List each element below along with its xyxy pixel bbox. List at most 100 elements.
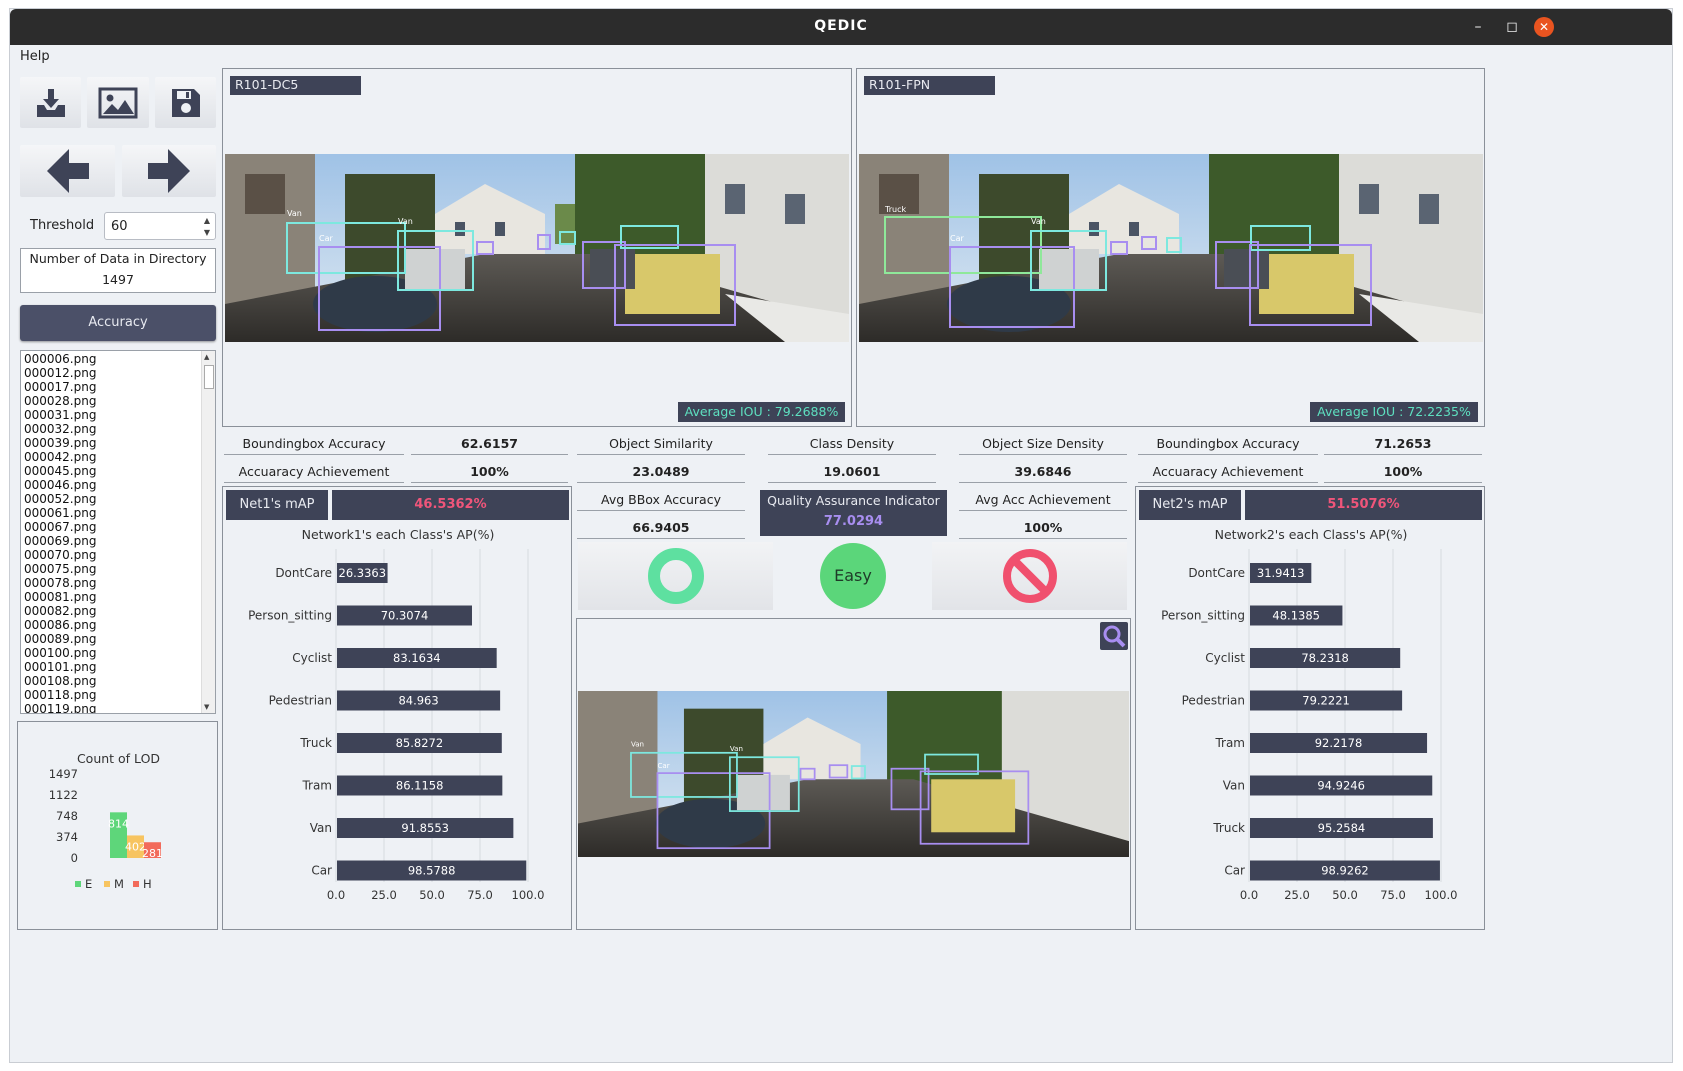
- zoom-button[interactable]: [1100, 622, 1128, 650]
- object-similarity-label: Object Similarity: [577, 434, 745, 455]
- ap-bar-value: 94.9246: [1317, 779, 1365, 793]
- file-list-item[interactable]: 000086.png: [21, 618, 215, 632]
- ap-bar-value: 91.8553: [401, 821, 449, 835]
- file-list-item[interactable]: 000012.png: [21, 366, 215, 380]
- file-list-item[interactable]: 000119.png: [21, 702, 215, 713]
- file-list-item[interactable]: 000061.png: [21, 506, 215, 520]
- data-count-value: 1497: [20, 268, 216, 293]
- file-list-item[interactable]: 000031.png: [21, 408, 215, 422]
- file-list-item[interactable]: 000052.png: [21, 492, 215, 506]
- file-list[interactable]: 000006.png 000012.png 000017.png 000028.png…: [20, 350, 216, 714]
- arrow-left-icon: [46, 149, 89, 193]
- file-list-item[interactable]: 000067.png: [21, 520, 215, 534]
- x-tick-label: 75.0: [1380, 888, 1406, 902]
- fail-indicator[interactable]: [932, 542, 1127, 610]
- net1-accuracy-achievement-label: Accuaracy Achievement: [224, 462, 404, 483]
- class-density-label: Class Density: [768, 434, 936, 455]
- file-list-item[interactable]: 000032.png: [21, 422, 215, 436]
- scroll-thumb[interactable]: [204, 365, 214, 389]
- lod-y-tick: 374: [56, 830, 78, 844]
- category-label: DontCare: [275, 566, 332, 580]
- file-list-item[interactable]: 000075.png: [21, 562, 215, 576]
- file-list-item[interactable]: 000100.png: [21, 646, 215, 660]
- file-list-item[interactable]: 000078.png: [21, 576, 215, 590]
- file-list-item[interactable]: 000069.png: [21, 534, 215, 548]
- ap-bar-value: 31.9413: [1257, 566, 1305, 580]
- window-title: QEDIC: [814, 18, 868, 34]
- net2-bbox-accuracy-label: Boundingbox Accuracy: [1138, 434, 1318, 455]
- ap-bar-value: 98.9262: [1321, 864, 1369, 878]
- net1-bbox-accuracy-value: 62.6157: [411, 434, 568, 455]
- lod-chart: 149711227483740814402281E M H: [49, 767, 163, 891]
- net1-model-name: R101-DC5: [230, 76, 361, 95]
- next-button[interactable]: [122, 145, 216, 197]
- ap-bar-value: 98.5788: [408, 864, 456, 878]
- image-icon: [98, 87, 138, 118]
- category-label: Van: [310, 821, 332, 835]
- file-list-item[interactable]: 000108.png: [21, 674, 215, 688]
- file-list-item[interactable]: 000006.png: [21, 352, 215, 366]
- file-list-scrollbar[interactable]: ▲ ▼: [201, 351, 215, 713]
- category-label: Tram: [1214, 736, 1245, 750]
- file-list-item[interactable]: 000082.png: [21, 604, 215, 618]
- category-label: Tram: [301, 779, 332, 793]
- pass-indicator[interactable]: [578, 542, 773, 610]
- file-list-item[interactable]: 000045.png: [21, 464, 215, 478]
- object-size-density-label: Object Size Density: [959, 434, 1127, 455]
- legend-label: H: [143, 877, 152, 891]
- file-list-item[interactable]: 000070.png: [21, 548, 215, 562]
- quality-assurance-indicator: Quality Assurance Indicator 77.0294: [760, 490, 947, 536]
- minimize-button[interactable]: –: [1466, 15, 1490, 39]
- ap-bar-value: 92.2178: [1315, 736, 1363, 750]
- net2-accuracy-achievement-label: Accuaracy Achievement: [1138, 462, 1318, 483]
- close-button[interactable]: ✕: [1534, 17, 1554, 37]
- ground-truth-image: Van Car Van: [578, 691, 1129, 857]
- load-button[interactable]: [20, 77, 81, 128]
- avg-acc-achievement-value: 100%: [959, 518, 1127, 539]
- category-label: Car: [311, 864, 332, 878]
- threshold-spinbox[interactable]: 60 ▲ ▼: [104, 212, 216, 240]
- ap-bar-value: 84.963: [398, 694, 438, 708]
- category-label: Person_sitting: [248, 609, 332, 623]
- category-label: Car: [1224, 864, 1245, 878]
- street-scene-image-gt: Van Car Van: [578, 691, 1129, 857]
- net2-detection-image: Truck Car Van: [859, 154, 1483, 342]
- arrow-right-icon: [148, 149, 190, 193]
- save-button[interactable]: [155, 77, 216, 128]
- lod-y-tick: 0: [71, 851, 78, 865]
- spinbox-arrows-icon[interactable]: ▲ ▼: [201, 215, 213, 239]
- file-list-item[interactable]: 000089.png: [21, 632, 215, 646]
- net2-image-panel: R101-FPN Truck Car Van Average IOU: 72.…: [856, 68, 1485, 427]
- threshold-value: 60: [111, 219, 128, 234]
- file-list-item[interactable]: 000046.png: [21, 478, 215, 492]
- svg-text:Van: Van: [730, 744, 743, 753]
- net2-accuracy-achievement-value: 100%: [1324, 462, 1482, 483]
- category-label: Person_sitting: [1161, 609, 1245, 623]
- lod-bar-value: 814: [108, 817, 129, 830]
- svg-text:Van: Van: [398, 217, 413, 226]
- ap-bar-value: 85.8272: [396, 736, 444, 750]
- scroll-up-icon[interactable]: ▲: [204, 353, 209, 361]
- accuracy-button[interactable]: Accuracy: [20, 305, 216, 341]
- file-list-item[interactable]: 000081.png: [21, 590, 215, 604]
- previous-button[interactable]: [20, 145, 115, 197]
- ap-bar-value: 26.3363: [339, 566, 387, 580]
- legend-swatch: [75, 881, 81, 887]
- file-list-item[interactable]: 000101.png: [21, 660, 215, 674]
- ap-bar-value: 95.2584: [1318, 821, 1366, 835]
- file-list-item[interactable]: 000017.png: [21, 380, 215, 394]
- maximize-button[interactable]: ◻: [1500, 15, 1524, 39]
- x-tick-label: 50.0: [419, 888, 445, 902]
- svg-text:Van: Van: [1031, 217, 1046, 226]
- scroll-down-icon[interactable]: ▼: [204, 703, 209, 711]
- file-list-item[interactable]: 000039.png: [21, 436, 215, 450]
- lod-chart-panel: Count of LOD 1497 1122 748 374 0 814 402 281 E M H: [17, 721, 218, 930]
- image-button[interactable]: [87, 77, 149, 128]
- file-list-item[interactable]: 000118.png: [21, 688, 215, 702]
- lod-y-tick: 1497: [49, 767, 78, 781]
- qai-value: 77.0294: [823, 514, 884, 529]
- qai-label: Quality Assurance Indicator: [767, 493, 940, 508]
- menu-help[interactable]: Help: [20, 49, 50, 64]
- file-list-item[interactable]: 000042.png: [21, 450, 215, 464]
- file-list-item[interactable]: 000028.png: [21, 394, 215, 408]
